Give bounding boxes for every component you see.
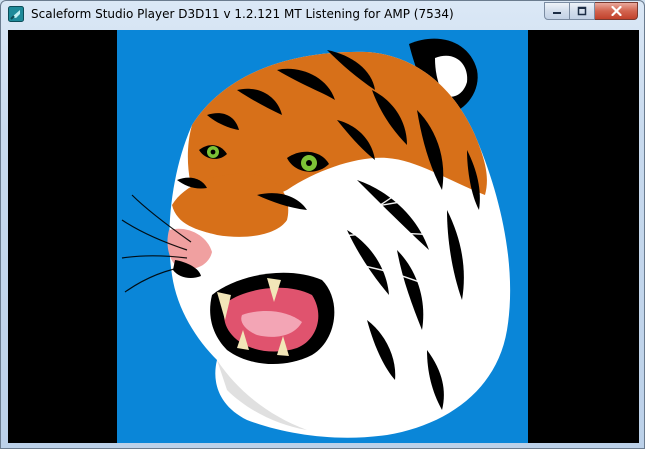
title-bar[interactable]: Scaleform Studio Player D3D11 v 1.2.121 … (1, 1, 644, 29)
window-controls (544, 2, 638, 20)
minimize-icon (553, 12, 561, 14)
close-button[interactable] (595, 2, 638, 20)
close-icon (610, 6, 622, 16)
window-title: Scaleform Studio Player D3D11 v 1.2.121 … (31, 7, 454, 21)
maximize-icon (577, 6, 587, 16)
player-viewport[interactable] (8, 30, 639, 443)
app-icon (8, 6, 24, 22)
app-window: Scaleform Studio Player D3D11 v 1.2.121 … (0, 0, 645, 449)
tiger-head-illustration (121, 38, 511, 438)
stage[interactable] (117, 30, 528, 443)
maximize-button[interactable] (570, 2, 595, 20)
minimize-button[interactable] (544, 2, 570, 20)
